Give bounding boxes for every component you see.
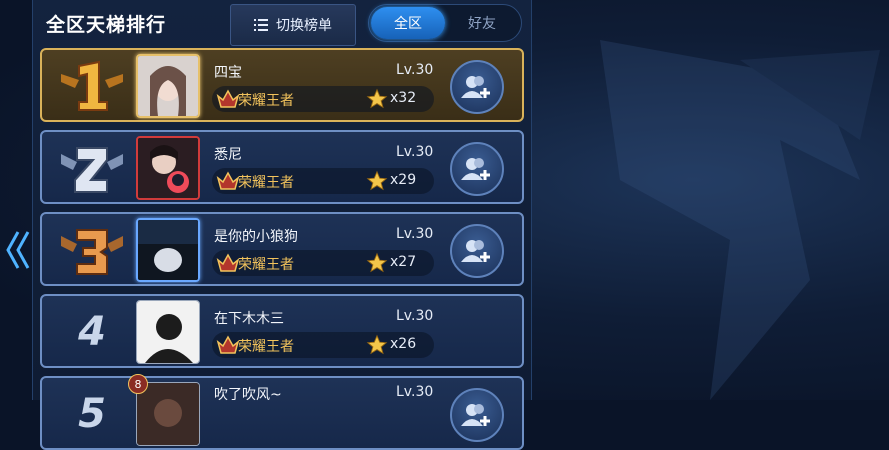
scope-tabs: 全区 好友 (368, 4, 522, 42)
player-level: Lv.30 (396, 384, 434, 400)
add-friend-button[interactable] (450, 142, 504, 196)
add-friend-button[interactable] (450, 388, 504, 442)
tier-name: 荣耀王者 (238, 257, 294, 273)
add-friend-button[interactable] (450, 224, 504, 278)
king-tier-icon (216, 253, 240, 272)
rank-3-icon (61, 229, 123, 275)
star-count: x27 (390, 254, 417, 270)
level-badge: 8 (128, 374, 148, 394)
rank-2-badge (50, 138, 134, 198)
player-name: 吹了吹风~ (214, 387, 282, 403)
tier-name: 荣耀王者 (238, 93, 294, 109)
rank-5-badge: 5 (50, 384, 134, 444)
avatar[interactable] (136, 300, 200, 364)
tier-info: 荣耀王者 x26 (212, 332, 434, 358)
player-level: Lv.30 (396, 308, 434, 324)
king-tier-icon (216, 335, 240, 354)
tier-info: 荣耀王者 x32 (212, 86, 434, 112)
tier-info: 荣耀王者 x29 (212, 168, 434, 194)
tier-info: 荣耀王者 x27 (212, 250, 434, 276)
avatar[interactable] (136, 218, 200, 282)
background-emblem (600, 40, 880, 400)
add-friend-icon (461, 240, 490, 262)
rank-number: 5 (78, 391, 106, 437)
star-count: x26 (390, 336, 417, 352)
rank-4-badge: 4 (50, 302, 134, 362)
add-friend-icon (461, 404, 490, 426)
switch-list-button[interactable]: 切换榜单 (230, 4, 356, 46)
star-icon (366, 170, 388, 191)
avatar[interactable] (136, 54, 200, 118)
player-name: 悉尼 (214, 147, 242, 163)
rank-1-icon (61, 60, 123, 111)
rank-2-icon (61, 147, 123, 193)
leaderboard-row[interactable]: 4 在下木木三 Lv.30 荣耀王者 x26 (40, 294, 524, 368)
star-icon (366, 252, 388, 273)
player-name: 是你的小狼狗 (214, 229, 298, 245)
rank-1-badge: 1 (50, 56, 134, 116)
list-icon (254, 19, 268, 31)
player-level: Lv.30 (396, 144, 434, 160)
player-level: Lv.30 (396, 62, 434, 78)
switch-list-label: 切换榜单 (276, 18, 332, 34)
rank-3-badge (50, 220, 134, 280)
king-tier-icon (216, 89, 240, 108)
leaderboard-row[interactable]: 5 8 吹了吹风~ Lv.30 (40, 374, 524, 450)
tab-all-region[interactable]: 全区 (371, 7, 445, 39)
star-icon (366, 88, 388, 109)
page-title: 全区天梯排行 (46, 14, 167, 36)
leaderboard-row[interactable]: 悉尼 Lv.30 荣耀王者 x29 (40, 130, 524, 204)
star-count: x32 (390, 90, 417, 106)
tier-name: 荣耀王者 (238, 175, 294, 191)
player-name: 在下木木三 (214, 311, 284, 327)
star-icon (366, 334, 388, 355)
player-name: 四宝 (214, 65, 242, 81)
leaderboard-row[interactable]: 是你的小狼狗 Lv.30 荣耀王者 x27 (40, 212, 524, 286)
add-friend-icon (461, 158, 490, 180)
king-tier-icon (216, 171, 240, 190)
star-count: x29 (390, 172, 417, 188)
avatar[interactable] (136, 382, 200, 446)
add-friend-button[interactable] (450, 60, 504, 114)
chevron-left-icon[interactable] (4, 228, 30, 272)
add-friend-icon (461, 76, 490, 98)
tab-friends[interactable]: 好友 (445, 7, 519, 39)
leaderboard-row[interactable]: 1 四宝 Lv.30 荣耀王者 x32 (40, 48, 524, 122)
rank-number: 4 (78, 309, 106, 355)
player-level: Lv.30 (396, 226, 434, 242)
tier-name: 荣耀王者 (238, 339, 294, 355)
avatar[interactable] (136, 136, 200, 200)
